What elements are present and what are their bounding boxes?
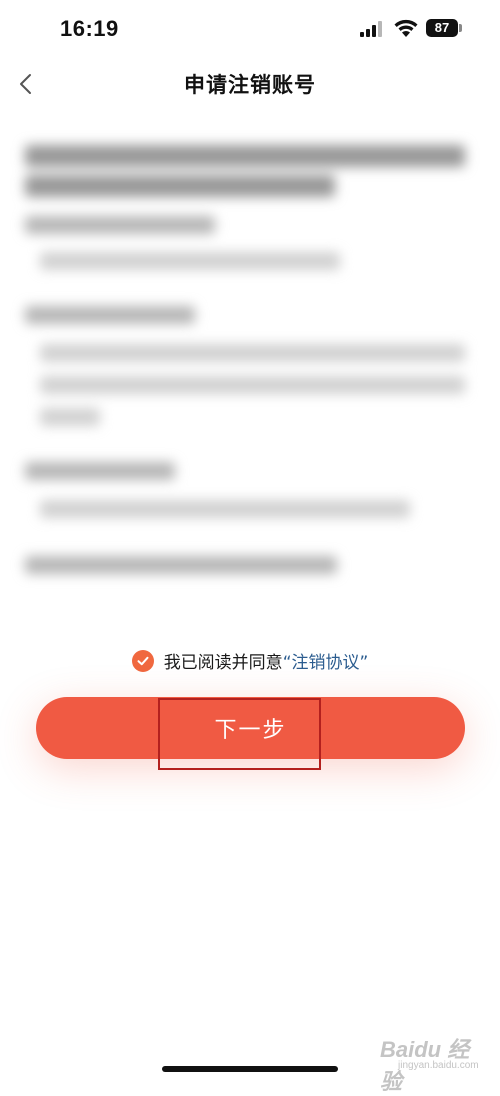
status-time: 16:19 <box>60 16 119 41</box>
home-indicator[interactable] <box>162 1066 338 1072</box>
cancellation-agreement-link[interactable]: “注销协议” <box>283 653 369 673</box>
battery-icon: 87 <box>426 19 458 37</box>
agreement-text: 我已阅读并同意 <box>163 653 283 673</box>
baidu-watermark: Baidu 经验 jingyan.baidu.com <box>380 1028 485 1094</box>
battery-tip <box>459 24 462 32</box>
next-step-label: 下一步 <box>214 718 287 743</box>
wifi-icon <box>394 19 418 37</box>
next-step-button[interactable]: 下一步 <box>36 697 465 759</box>
status-bar: 16:19 87 <box>0 0 500 60</box>
checkmark-icon <box>137 656 149 665</box>
page-title: 申请注销账号 <box>184 73 316 97</box>
agreement-row: 我已阅读并同意“注销协议” <box>0 648 500 674</box>
blurred-notice-content <box>0 120 500 620</box>
watermark-url: jingyan.baidu.com <box>398 1060 479 1071</box>
agreement-checkbox[interactable] <box>131 649 154 672</box>
nav-bar: 申请注销账号 <box>0 58 500 108</box>
cellular-signal-icon <box>360 21 384 37</box>
